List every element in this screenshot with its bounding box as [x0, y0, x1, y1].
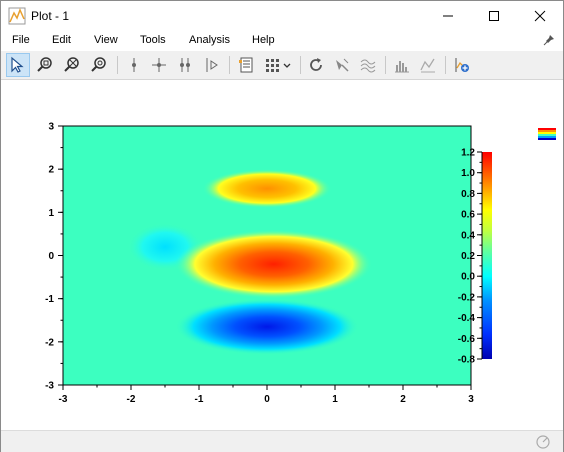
fit-curve-button[interactable] [416, 53, 440, 77]
x-tick-label: 1 [332, 394, 338, 405]
clear-markers-button[interactable] [330, 53, 354, 77]
heatmap-feature [175, 229, 373, 299]
y-tick-label: -2 [45, 337, 54, 348]
histogram-icon [395, 61, 409, 73]
export-image-button[interactable] [450, 53, 474, 77]
zoom-region-icon [37, 57, 52, 72]
select-pointer-icon [11, 56, 24, 73]
window-title: Plot - 1 [31, 9, 70, 23]
crosshair-cursor-icon [152, 58, 166, 72]
layout-grid-dropdown[interactable] [262, 53, 296, 77]
zoom-in-button[interactable] [87, 53, 111, 77]
histogram-button[interactable] [390, 53, 414, 77]
colormap-legend-icon[interactable] [538, 128, 556, 140]
refresh-icon [310, 58, 322, 71]
colorbar-tick-label: -0.8 [458, 355, 476, 366]
resize-grip-icon[interactable] [535, 434, 551, 450]
y-tick-label: 0 [48, 251, 54, 262]
colorbar-tick-label: 1.0 [461, 168, 475, 179]
colorbar [482, 152, 492, 359]
clear-markers-icon [336, 58, 349, 72]
colorbar-tick-label: 0.8 [461, 189, 475, 200]
data-table-icon [239, 57, 253, 73]
close-icon [534, 10, 546, 22]
colorbar-tick-label: -0.4 [458, 313, 476, 324]
vertical-cursor-icon [132, 58, 136, 72]
select-pointer-button[interactable] [6, 53, 30, 77]
menu-tools[interactable]: Tools [140, 34, 166, 46]
colorbar-tick-label: 0.0 [461, 272, 475, 283]
maximize-button[interactable] [471, 1, 517, 31]
title-bar[interactable]: Plot - 1 [1, 1, 563, 31]
waterfall-button[interactable] [356, 53, 380, 77]
export-image-icon [455, 58, 469, 72]
data-table-button[interactable] [234, 53, 258, 77]
layout-grid-icon [266, 59, 291, 72]
toolbar-separator [300, 56, 301, 74]
y-tick-label: 1 [48, 208, 54, 219]
menu-bar: File Edit View Tools Analysis Help [1, 31, 563, 51]
pin-icon[interactable] [543, 34, 555, 46]
x-tick-label: -3 [59, 394, 68, 405]
toolbar-separator [385, 56, 386, 74]
dual-cursor-icon [180, 58, 190, 72]
toolbar-separator [117, 56, 118, 74]
y-tick-label: 2 [48, 165, 54, 176]
colorbar-tick-label: 0.6 [461, 210, 475, 221]
plot-area[interactable]: -3 -2 -1 0 1 2 3 3 2 1 0 -1 -2 -3 1.2 1.0 0.8 0.6 0.4 0.2… [1, 80, 563, 430]
x-tick-label: 2 [400, 394, 406, 405]
crosshair-cursor-button[interactable] [147, 53, 171, 77]
colorbar-tick-label: 0.2 [461, 251, 475, 262]
close-button[interactable] [517, 1, 563, 31]
minimize-icon [443, 15, 453, 17]
plot-window: Plot - 1 File Edit View Tools Analysis H… [0, 0, 564, 452]
menu-help[interactable]: Help [252, 34, 275, 46]
status-bar [1, 430, 563, 452]
toolbar [1, 51, 563, 80]
peak-cursor-button[interactable] [199, 53, 223, 77]
dual-cursor-button[interactable] [173, 53, 197, 77]
colorbar-tick-label: 0.4 [461, 230, 475, 241]
heatmap-feature [175, 298, 359, 355]
x-tick-label: 3 [468, 394, 474, 405]
peak-cursor-icon [206, 58, 218, 72]
menu-view[interactable]: View [94, 34, 118, 46]
menu-edit[interactable]: Edit [52, 34, 71, 46]
toolbar-separator [229, 56, 230, 74]
menu-file[interactable]: File [12, 34, 30, 46]
zoom-out-button[interactable] [60, 53, 84, 77]
heatmap-feature [202, 169, 332, 209]
maximize-icon [489, 11, 499, 21]
colorbar-tick-label: 1.2 [461, 148, 475, 159]
x-tick-label: -1 [195, 394, 204, 405]
x-tick-label: 0 [264, 394, 270, 405]
fit-curve-icon [420, 58, 435, 73]
zoom-out-icon [64, 57, 79, 72]
x-tick-label: -2 [127, 394, 136, 405]
colorbar-tick-label: -0.6 [458, 334, 476, 345]
zoom-in-icon [91, 57, 106, 72]
colorbar-tick-label: -0.2 [458, 292, 476, 303]
waterfall-icon [360, 59, 376, 73]
y-tick-label: -3 [45, 381, 54, 392]
line-chart-app-icon [8, 7, 26, 25]
y-tick-label: 3 [48, 122, 54, 133]
vertical-cursor-button[interactable] [122, 53, 146, 77]
refresh-button[interactable] [304, 53, 328, 77]
menu-analysis[interactable]: Analysis [189, 34, 230, 46]
minimize-button[interactable] [425, 1, 471, 31]
y-tick-label: -1 [45, 294, 54, 305]
zoom-region-button[interactable] [33, 53, 57, 77]
toolbar-separator [445, 56, 446, 74]
heatmap-chart[interactable]: -3 -2 -1 0 1 2 3 3 2 1 0 -1 -2 -3 1.2 1.0 0.8 0.6 0.4 0.2… [1, 80, 563, 430]
